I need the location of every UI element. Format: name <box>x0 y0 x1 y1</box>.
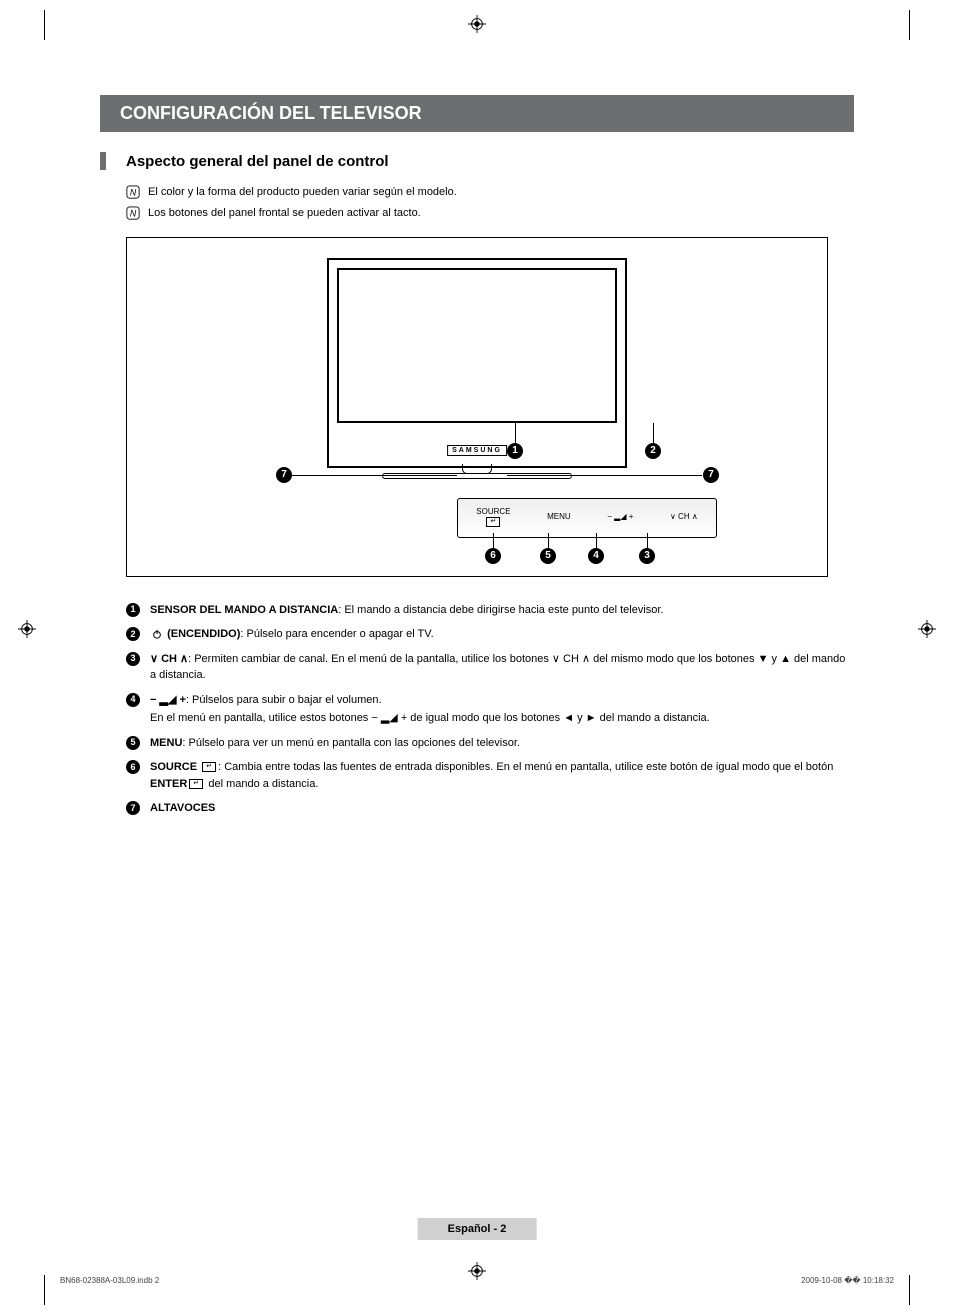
svg-text:N: N <box>130 188 137 198</box>
item-text: MENU: Púlselo para ver un menú en pantal… <box>150 735 854 752</box>
enter-icon: ↵ <box>189 779 203 789</box>
item-text: SENSOR DEL MANDO A DISTANCIA: El mando a… <box>150 602 854 619</box>
list-item: 1 SENSOR DEL MANDO A DISTANCIA: El mando… <box>126 602 854 619</box>
tv-frame: SAMSUNG <box>327 258 627 468</box>
menu-button-label: MENU <box>547 513 571 522</box>
item-number: 7 <box>126 801 140 815</box>
doc-reference: BN68-02388A-03L09.indb 2 <box>60 1276 159 1285</box>
section-header: CONFIGURACIÓN DEL TELEVISOR <box>100 95 854 132</box>
note-icon: N <box>126 206 140 220</box>
note-line: N Los botones del panel frontal se puede… <box>126 206 854 221</box>
item-number: 1 <box>126 603 140 617</box>
item-number: 4 <box>126 693 140 707</box>
print-timestamp: 2009-10-08 �� 10:18:32 <box>801 1276 894 1285</box>
svg-text:N: N <box>130 209 137 219</box>
item-text: SOURCE ↵: Cambia entre todas las fuentes… <box>150 759 854 792</box>
note-icon: N <box>126 185 140 199</box>
item-number: 3 <box>126 652 140 666</box>
volume-button-label: − ▂◢ + <box>607 513 633 522</box>
callout-7-left: 7 <box>276 467 292 483</box>
tv-screen <box>337 268 617 423</box>
item-number: 2 <box>126 627 140 641</box>
enter-icon: ↵ <box>202 762 216 772</box>
source-button-label: SOURCE ↵ <box>476 508 510 527</box>
subheading-text: Aspecto general del panel de control <box>126 153 389 170</box>
list-item: 2 (ENCENDIDO): Púlselo para encender o a… <box>126 626 854 643</box>
item-text: ALTAVOCES <box>150 800 854 817</box>
note-text: Los botones del panel frontal se pueden … <box>148 206 421 221</box>
list-item: 5 MENU: Púlselo para ver un menú en pant… <box>126 735 854 752</box>
callout-7-right: 7 <box>703 467 719 483</box>
enter-icon: ↵ <box>486 517 500 527</box>
list-item: 7 ALTAVOCES <box>126 800 854 817</box>
channel-button-label: ∨ CH ∧ <box>670 513 698 522</box>
note-line: N El color y la forma del producto puede… <box>126 185 854 200</box>
list-item: 6 SOURCE ↵: Cambia entre todas las fuent… <box>126 759 854 792</box>
item-text: ∨ CH ∧: Permiten cambiar de canal. En el… <box>150 651 854 684</box>
item-list: 1 SENSOR DEL MANDO A DISTANCIA: El mando… <box>126 602 854 817</box>
tv-brand-logo: SAMSUNG <box>447 445 507 456</box>
callout-4: 4 <box>588 548 604 564</box>
tv-diagram: SAMSUNG 1 2 7 7 SOURCE ↵ MENU − ▂◢ + ∨ C… <box>126 237 828 577</box>
item-text: (ENCENDIDO): Púlselo para encender o apa… <box>150 626 854 643</box>
note-text: El color y la forma del producto pueden … <box>148 185 457 200</box>
item-subtext: En el menú en pantalla, utilice estos bo… <box>150 710 854 727</box>
tv-button-panel: SOURCE ↵ MENU − ▂◢ + ∨ CH ∧ <box>457 498 717 538</box>
callout-5: 5 <box>540 548 556 564</box>
callout-2: 2 <box>645 443 661 459</box>
list-item: 4 − ▂◢ +: Púlselos para subir o bajar el… <box>126 692 854 727</box>
callout-3: 3 <box>639 548 655 564</box>
list-item: 3 ∨ CH ∧: Permiten cambiar de canal. En … <box>126 651 854 684</box>
subheading-row: Aspecto general del panel de control <box>100 152 854 170</box>
tv-stand-base <box>382 473 572 479</box>
power-icon <box>152 629 162 639</box>
print-footer: BN68-02388A-03L09.indb 2 2009-10-08 �� 1… <box>60 1276 894 1285</box>
item-number: 6 <box>126 760 140 774</box>
page-footer-language: Español - 2 <box>418 1218 537 1240</box>
item-text: − ▂◢ +: Púlselos para subir o bajar el v… <box>150 692 854 727</box>
callout-6: 6 <box>485 548 501 564</box>
block-marker <box>100 152 106 170</box>
item-number: 5 <box>126 736 140 750</box>
callout-1: 1 <box>507 443 523 459</box>
document-page: CONFIGURACIÓN DEL TELEVISOR Aspecto gene… <box>0 0 954 865</box>
